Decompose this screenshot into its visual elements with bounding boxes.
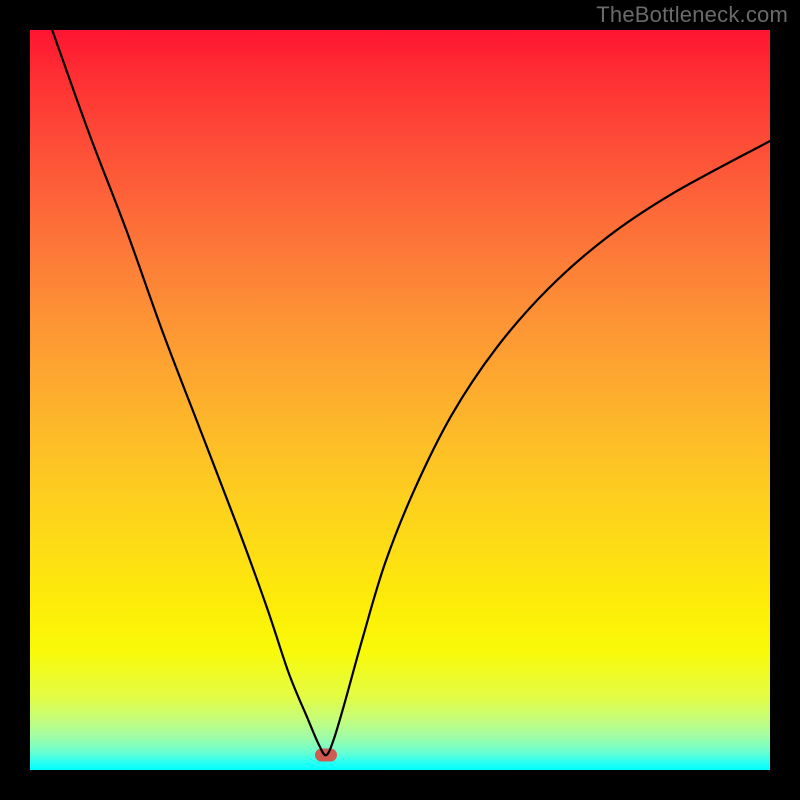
bottleneck-curve <box>30 30 770 770</box>
chart-frame: TheBottleneck.com <box>0 0 800 800</box>
plot-area <box>30 30 770 770</box>
watermark-text: TheBottleneck.com <box>596 2 788 28</box>
